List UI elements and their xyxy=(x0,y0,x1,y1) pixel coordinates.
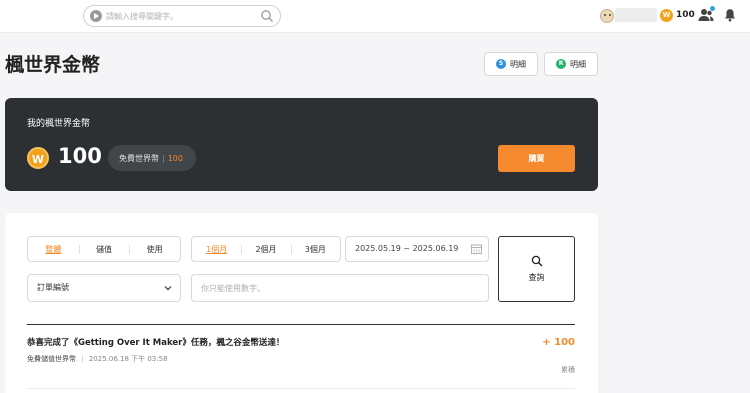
period-option-3m[interactable]: 3個月 xyxy=(290,244,340,255)
query-label: 查詢 xyxy=(528,273,545,282)
detail-button-label: 明細 xyxy=(570,59,586,69)
calendar-icon[interactable] xyxy=(471,244,482,254)
search-icon xyxy=(531,255,543,267)
s-coin-icon: S xyxy=(496,59,506,69)
coin-icon: W xyxy=(27,147,49,169)
separator: | xyxy=(162,153,165,163)
date-range-field[interactable]: 2025.05.19 ~ 2025.06.19 xyxy=(345,236,489,262)
wallet-balance: 100 xyxy=(58,144,102,168)
query-button[interactable]: 查詢 xyxy=(498,236,575,302)
r-coin-icon: R xyxy=(556,59,566,69)
transaction-meta: 免費儲值世界幣 | 2025.06.18 下午 03:58 xyxy=(27,354,168,364)
transaction-status: 累積 xyxy=(561,366,575,374)
separator: | xyxy=(81,355,84,363)
date-range-value: 2025.05.19 ~ 2025.06.19 xyxy=(355,244,459,253)
wallet-label: 我的楓世界金幣 xyxy=(27,119,91,129)
period-option-1m[interactable]: 1個月 xyxy=(192,244,241,255)
type-filter: 整體 儲值 使用 xyxy=(27,236,181,262)
notification-dot xyxy=(710,6,715,11)
free-coin-value: 100 xyxy=(167,153,183,163)
period-option-2m[interactable]: 2個月 xyxy=(241,244,290,255)
coin-balance: 100 xyxy=(676,10,695,20)
order-number-select[interactable]: 訂單編號 xyxy=(27,274,181,302)
coin-icon: W xyxy=(660,9,673,22)
transaction-type: 免費儲值世界幣 xyxy=(27,355,76,363)
search-input[interactable] xyxy=(106,8,256,24)
transaction-title: 恭喜完成了《Getting Over It Maker》任務，楓之谷金幣送達！ xyxy=(27,338,285,348)
free-coin-label: 免費世界幣 xyxy=(119,153,159,163)
select-value: 訂單編號 xyxy=(37,283,69,292)
bell-icon[interactable] xyxy=(724,8,736,22)
chevron-down-icon xyxy=(164,286,172,291)
username[interactable] xyxy=(615,8,657,22)
type-option-charge[interactable]: 儲值 xyxy=(78,244,130,255)
list-divider xyxy=(27,324,575,325)
detail-button-s[interactable]: S 明細 xyxy=(484,52,538,76)
buy-button[interactable]: 購買 xyxy=(498,145,575,172)
page-title: 楓世界金幣 xyxy=(5,54,101,76)
avatar[interactable] xyxy=(600,9,614,23)
detail-button-r[interactable]: R 明細 xyxy=(544,52,598,76)
transaction-amount: + 100 xyxy=(542,337,575,348)
period-filter: 1個月 2個月 3個月 xyxy=(191,236,341,262)
transaction-timestamp: 2025.06.18 下午 03:58 xyxy=(88,355,168,363)
detail-button-label: 明細 xyxy=(510,59,526,69)
search-bar[interactable] xyxy=(83,5,281,27)
search-icon[interactable] xyxy=(260,9,274,23)
wallet-card: 我的楓世界金幣 W 100 免費世界幣 | 100 購買 xyxy=(5,98,598,191)
number-input[interactable] xyxy=(191,274,489,302)
history-panel: 整體 儲值 使用 1個月 2個月 3個月 2025.05.19 ~ 2025.0… xyxy=(5,213,598,393)
type-option-all[interactable]: 整體 xyxy=(28,244,79,255)
row-divider xyxy=(27,388,575,389)
type-option-use[interactable]: 使用 xyxy=(129,244,180,255)
top-bar: W 100 xyxy=(0,0,750,33)
play-icon xyxy=(90,10,102,22)
free-coin-pill: 免費世界幣 | 100 xyxy=(108,145,196,171)
